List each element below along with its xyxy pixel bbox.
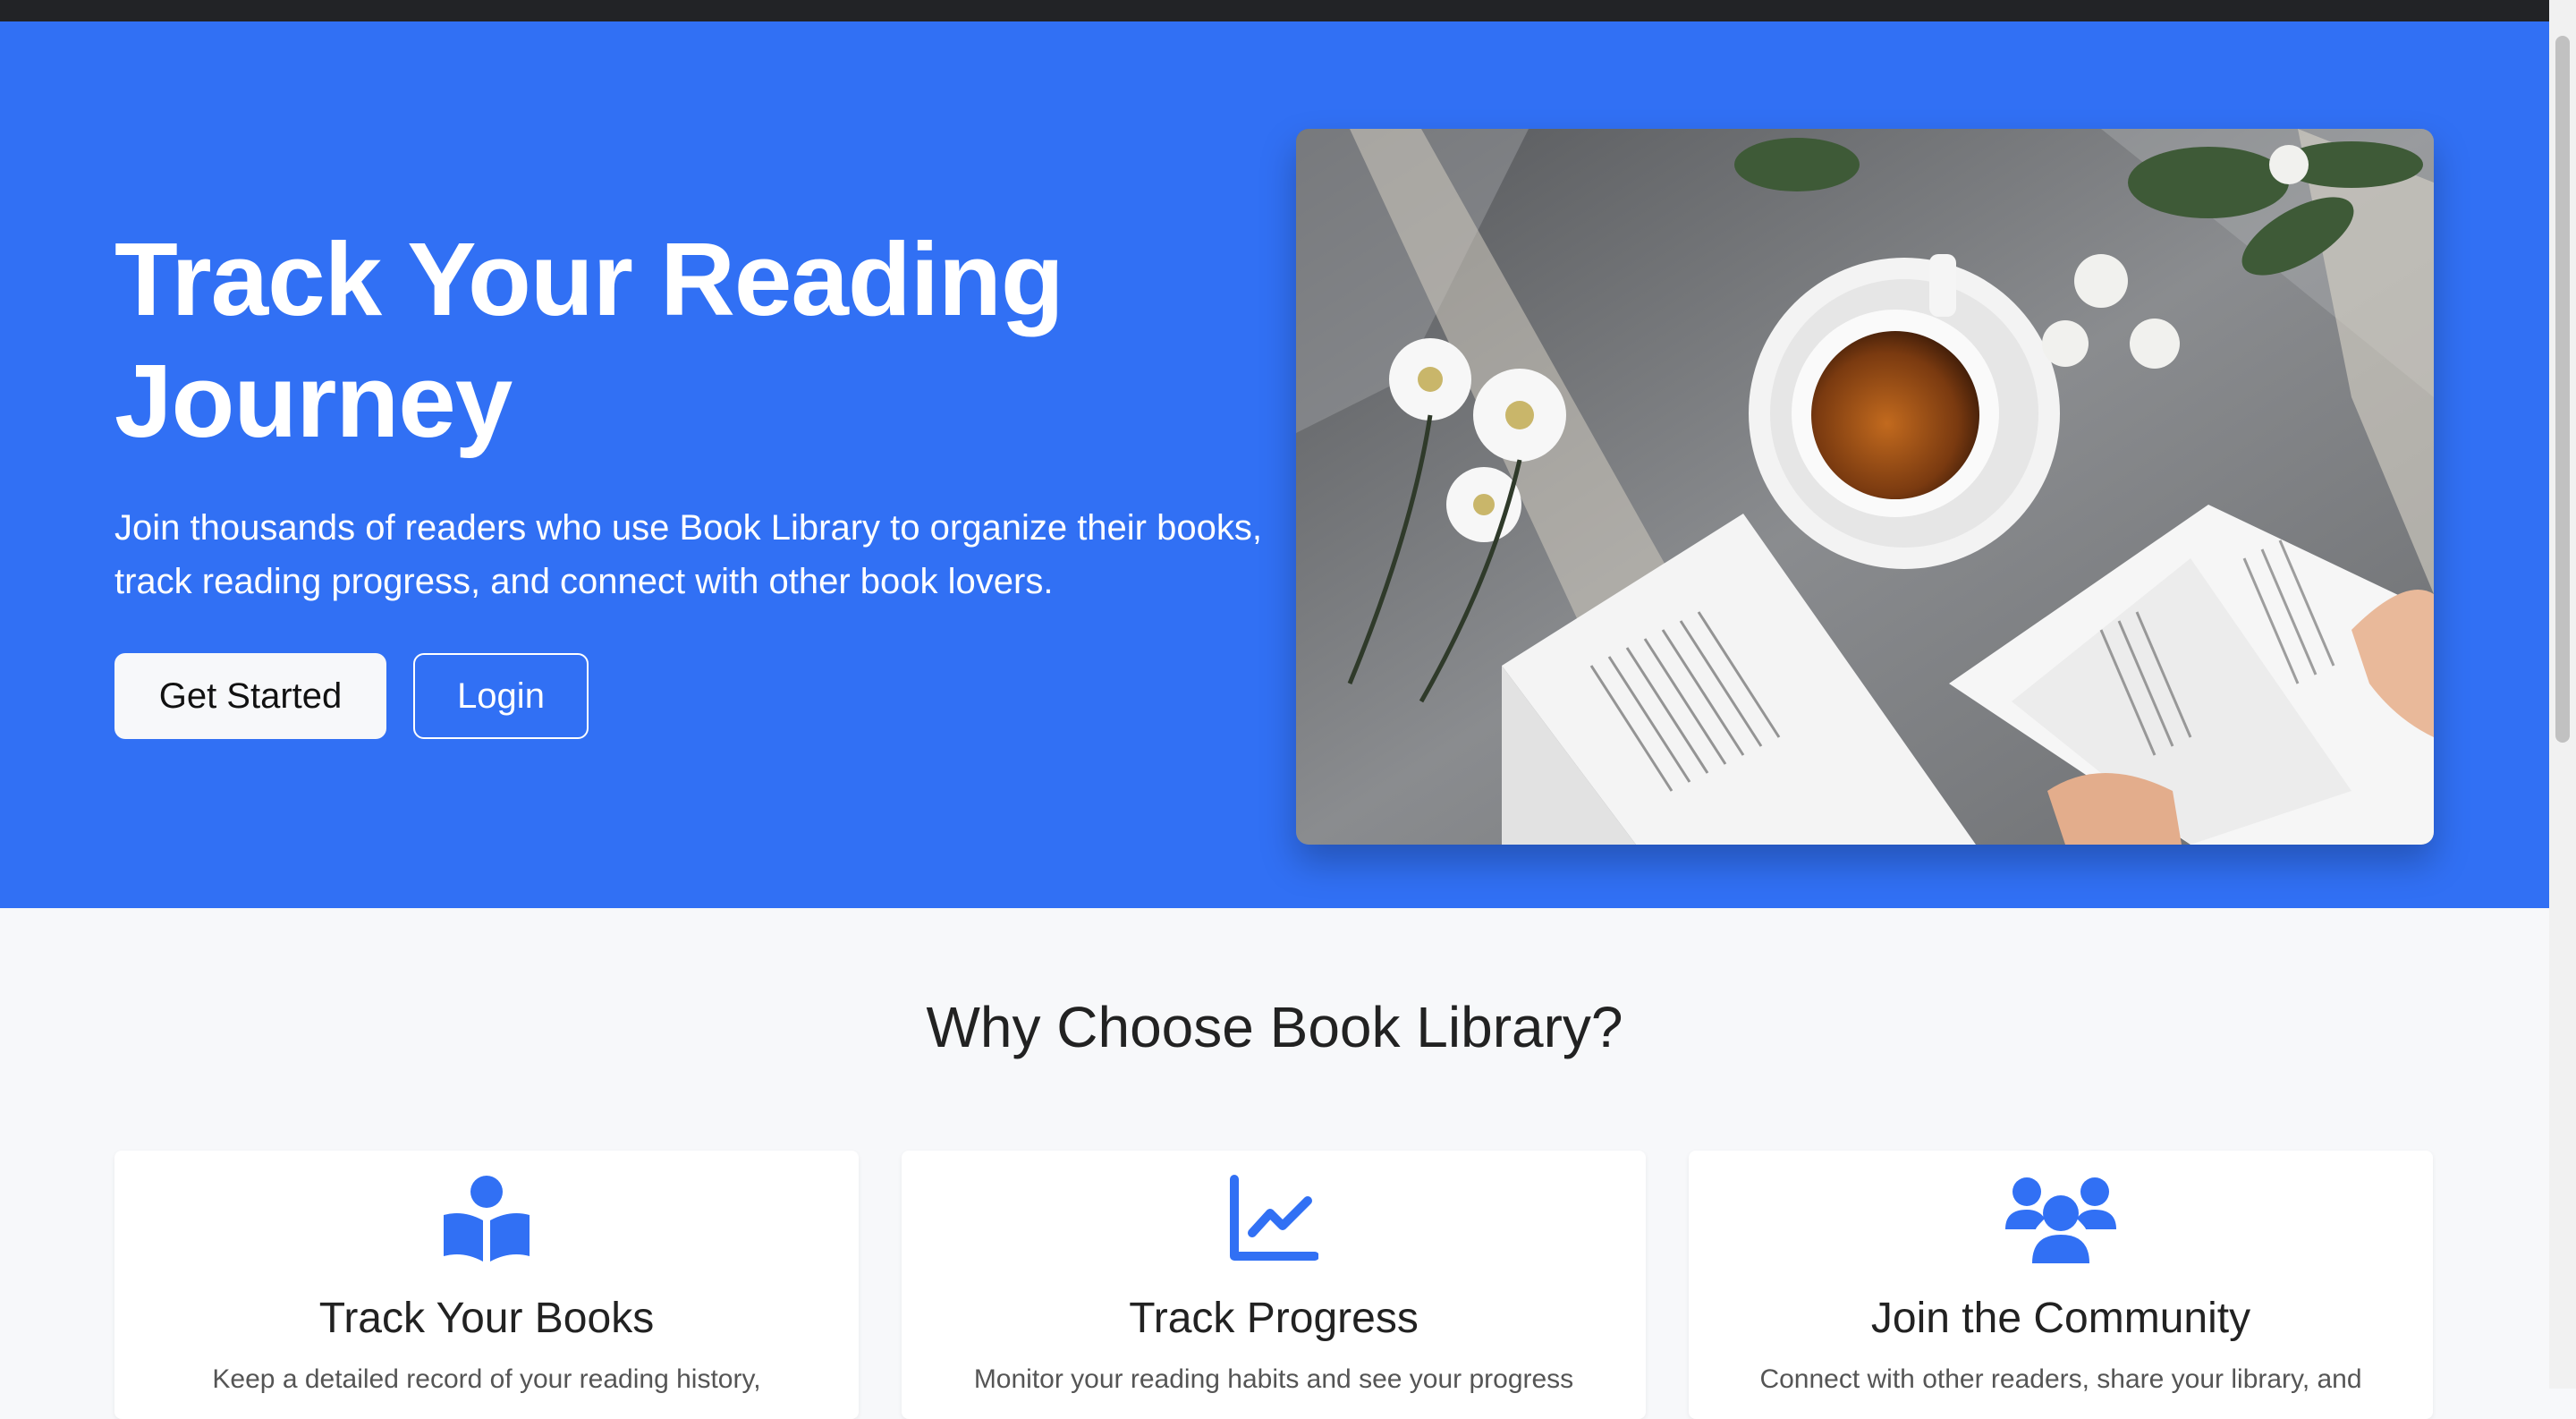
hero-image [1296, 129, 2434, 845]
feature-card-community: Join the Community Connect with other re… [1689, 1151, 2433, 1419]
features-title: Why Choose Book Library? [926, 995, 1623, 1059]
chart-line-icon [1230, 1175, 1318, 1261]
hero-title: Track Your Reading Journey [114, 221, 1064, 459]
login-button[interactable]: Login [413, 653, 589, 739]
feature-title: Track Your Books [318, 1295, 655, 1342]
feature-title: Join the Community [1870, 1295, 2251, 1342]
book-reader-icon [444, 1176, 530, 1262]
reading-tea-flowers-image [1296, 129, 2434, 845]
users-icon [2005, 1177, 2116, 1263]
feature-card-track-books: Track Your Books Keep a detailed record … [114, 1151, 859, 1419]
scrollbar-thumb[interactable] [2555, 36, 2570, 743]
feature-text: Connect with other readers, share your l… [1759, 1364, 2362, 1394]
feature-text: Keep a detailed record of your reading h… [212, 1364, 761, 1394]
browser-top-bar [0, 0, 2576, 21]
feature-text: Monitor your reading habits and see your… [973, 1364, 1574, 1394]
hero-section: Track Your Reading Journey Join thousand… [0, 21, 2549, 908]
get-started-button[interactable]: Get Started [114, 653, 386, 739]
feature-title: Track Progress [1129, 1295, 1419, 1342]
hero-subtitle: Join thousands of readers who use Book L… [114, 508, 1262, 601]
feature-card-track-progress: Track Progress Monitor your reading habi… [902, 1151, 1646, 1419]
